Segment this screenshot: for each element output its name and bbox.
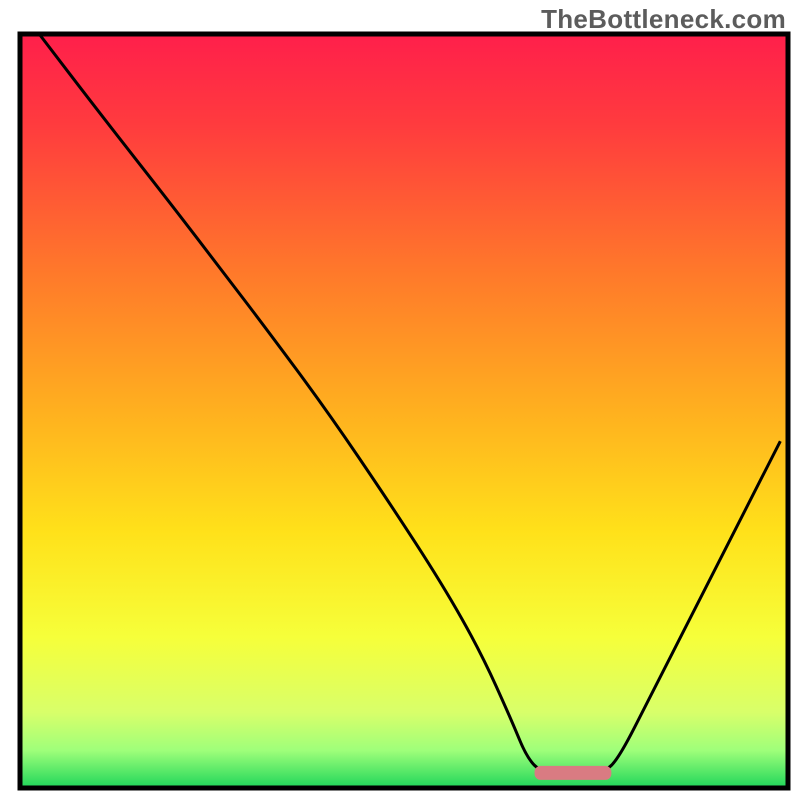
bottleneck-chart <box>0 0 800 800</box>
watermark-text: TheBottleneck.com <box>541 4 786 35</box>
optimal-zone-marker <box>535 766 612 780</box>
gradient-background <box>20 34 788 788</box>
